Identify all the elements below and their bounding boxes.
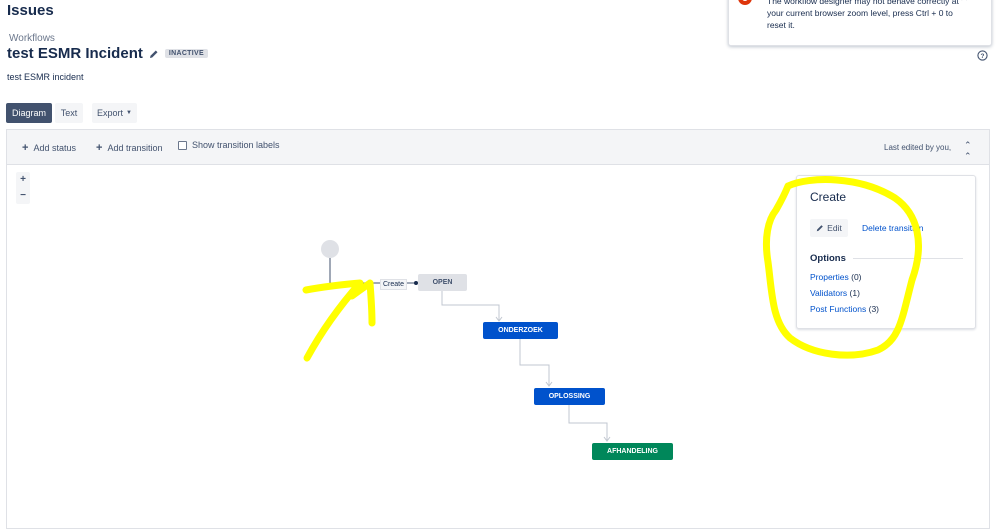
annotation-circle	[762, 176, 922, 359]
annotation-arrow	[302, 279, 376, 362]
yellow-annotations	[302, 176, 922, 362]
